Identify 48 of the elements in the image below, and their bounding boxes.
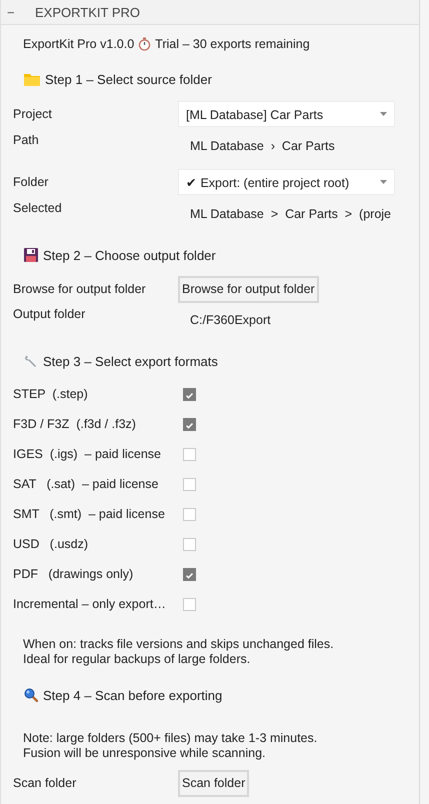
wrench-icon — [24, 354, 38, 368]
note-text: Ideal for regular backups of large folders. — [23, 652, 250, 667]
action-button[interactable]: Scan folder — [178, 770, 250, 796]
trial-status: Trial – 30 exports remaining — [155, 37, 310, 51]
field-value: ML Database > Car Parts > (proje — [190, 207, 392, 221]
field-label: Scan folder — [13, 776, 78, 790]
section-heading: Step 4 – Scan before exporting — [43, 688, 222, 702]
field-label: Selected — [13, 201, 63, 215]
panel-title: EXPORTKIT PRO — [35, 4, 140, 20]
folder-icon — [24, 72, 40, 86]
stopwatch-icon — [138, 37, 152, 51]
option-label: IGES (.igs) – paid license — [13, 447, 162, 461]
option-label: Incremental – only export… — [13, 597, 167, 611]
collapse-toggle[interactable]: − — [7, 4, 19, 20]
field-label: Output folder — [13, 307, 86, 321]
field-label: Path — [13, 133, 40, 147]
field-label: Folder — [13, 175, 50, 189]
caret-icon — [380, 112, 387, 116]
note-text: Fusion will be unresponsive while scanning. — [23, 746, 266, 761]
checkbox[interactable] — [183, 448, 196, 460]
option-label: PDF (drawings only) — [13, 567, 134, 581]
version-text: ExportKit Pro v1.0.0 — [23, 37, 134, 51]
option-label: USD (.usdz) — [13, 537, 90, 551]
note-text: Note: large folders (500+ files) may take 1-3 minutes. — [23, 731, 318, 746]
option-label: STEP (.step) — [13, 387, 89, 401]
field-value: ML Database › Car Parts — [190, 139, 335, 153]
dropdown[interactable]: ✔ Export: (entire project root) — [178, 169, 395, 195]
checkbox[interactable] — [183, 388, 196, 400]
field-value: C:/F360Export — [190, 313, 271, 327]
field-label: Project — [13, 107, 53, 121]
section-heading: Step 2 – Choose output folder — [43, 248, 216, 262]
field-label: Browse for output folder — [13, 282, 147, 296]
checkbox[interactable] — [183, 538, 196, 550]
checkbox[interactable] — [183, 568, 196, 580]
dropdown[interactable]: [ML Database] Car Parts — [178, 101, 395, 127]
checkbox[interactable] — [183, 598, 196, 610]
section-heading: Step 3 – Select export formats — [43, 354, 218, 368]
action-button[interactable]: Browse for output folder — [178, 276, 319, 302]
option-label: SAT (.sat) – paid license — [13, 477, 160, 491]
checkbox[interactable] — [183, 418, 196, 430]
checkbox[interactable] — [183, 508, 196, 520]
option-label: F3D / F3Z (.f3d / .f3z) — [13, 417, 137, 431]
caret-icon — [380, 180, 387, 184]
option-label: SMT (.smt) – paid license — [13, 507, 166, 521]
section-heading: Step 1 – Select source folder — [45, 72, 212, 86]
magnifier-icon — [24, 688, 38, 702]
note-text: When on: tracks file versions and skips unchanged files. — [23, 637, 334, 652]
checkbox[interactable] — [183, 478, 196, 490]
